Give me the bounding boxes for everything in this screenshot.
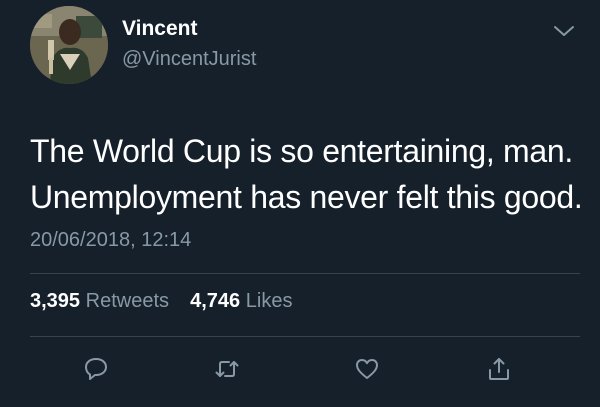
tweet-card: Vincent @VincentJurist The World Cup is … [0, 0, 600, 407]
likes-count[interactable]: 4,746 [190, 290, 240, 312]
reply-icon [85, 358, 107, 380]
share-button[interactable] [486, 356, 512, 382]
avatar[interactable] [30, 6, 108, 84]
likes-label[interactable]: Likes [246, 290, 293, 312]
tweet-text: The World Cup is so entertaining, man. U… [30, 128, 590, 220]
retweets-label[interactable]: Retweets [86, 290, 169, 312]
engagement-stats: 3,395 Retweets 4,746 Likes [30, 290, 292, 313]
display-name[interactable]: Vincent [122, 17, 197, 41]
user-handle[interactable]: @VincentJurist [122, 48, 256, 71]
retweet-icon [215, 361, 239, 377]
tweet-text-line: The World Cup is so entertaining, man. [30, 133, 573, 169]
retweet-button[interactable] [214, 356, 240, 382]
tweet-text-line: Unemployment has never felt this good. [30, 179, 583, 215]
share-icon [489, 358, 509, 380]
like-button[interactable] [354, 356, 380, 382]
heart-icon [356, 359, 378, 379]
tweet-timestamp[interactable]: 20/06/2018, 12:14 [30, 229, 191, 252]
divider [30, 273, 580, 274]
divider [30, 336, 580, 337]
chevron-down-icon[interactable] [552, 22, 576, 40]
retweets-count[interactable]: 3,395 [30, 290, 80, 312]
reply-button[interactable] [83, 356, 109, 382]
